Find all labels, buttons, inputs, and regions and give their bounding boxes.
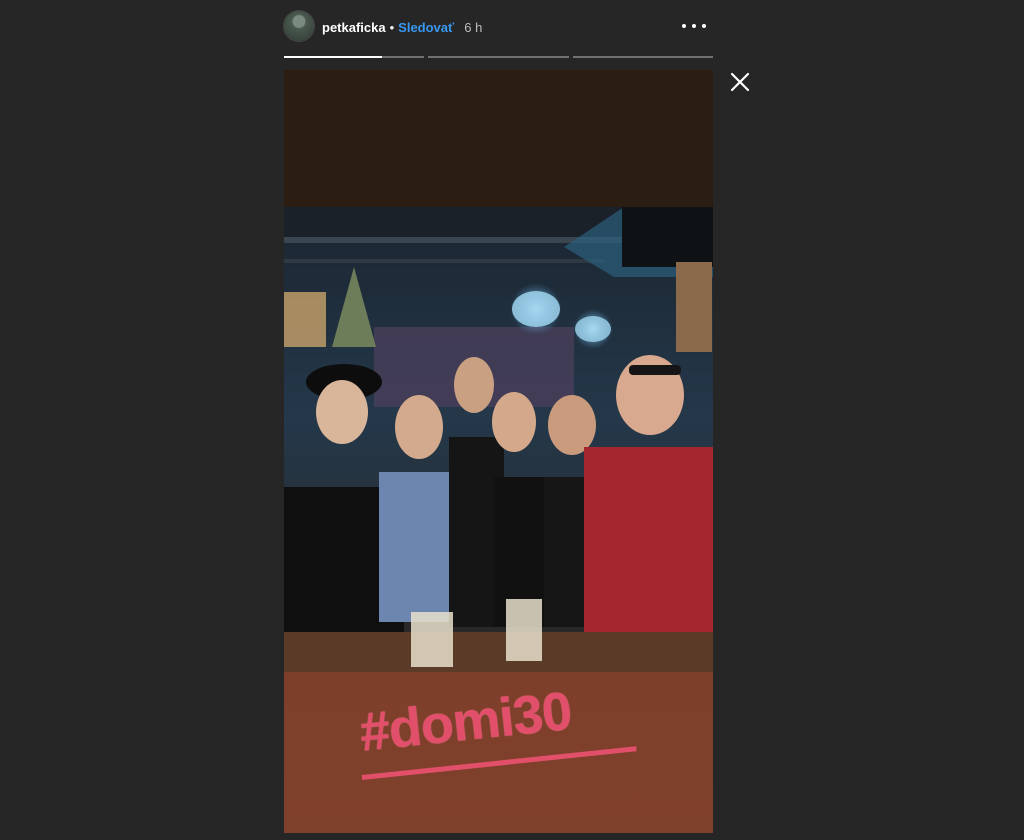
story-top-background [284,70,713,207]
more-options-icon[interactable] [682,17,706,35]
avatar[interactable] [284,11,314,41]
dot [692,24,696,28]
timestamp: 6 h [464,19,483,35]
story-header: petkaficka • Sledovať 6 h [322,19,482,35]
dot [682,24,686,28]
follow-button[interactable]: Sledovať [398,20,454,35]
separator-dot: • [389,19,395,35]
progress-segment [428,56,569,58]
dot [702,24,706,28]
story-photo [284,207,713,672]
progress-segment [572,56,713,58]
username-link[interactable]: petkaficka [322,20,386,35]
story-viewer: petkaficka • Sledovať 6 h #domi30 [0,0,1024,840]
story-progress-bar [284,56,713,58]
story-content[interactable]: #domi30 [284,70,713,833]
close-icon[interactable] [729,71,751,93]
progress-segment [284,56,425,58]
progress-fill [284,56,383,58]
